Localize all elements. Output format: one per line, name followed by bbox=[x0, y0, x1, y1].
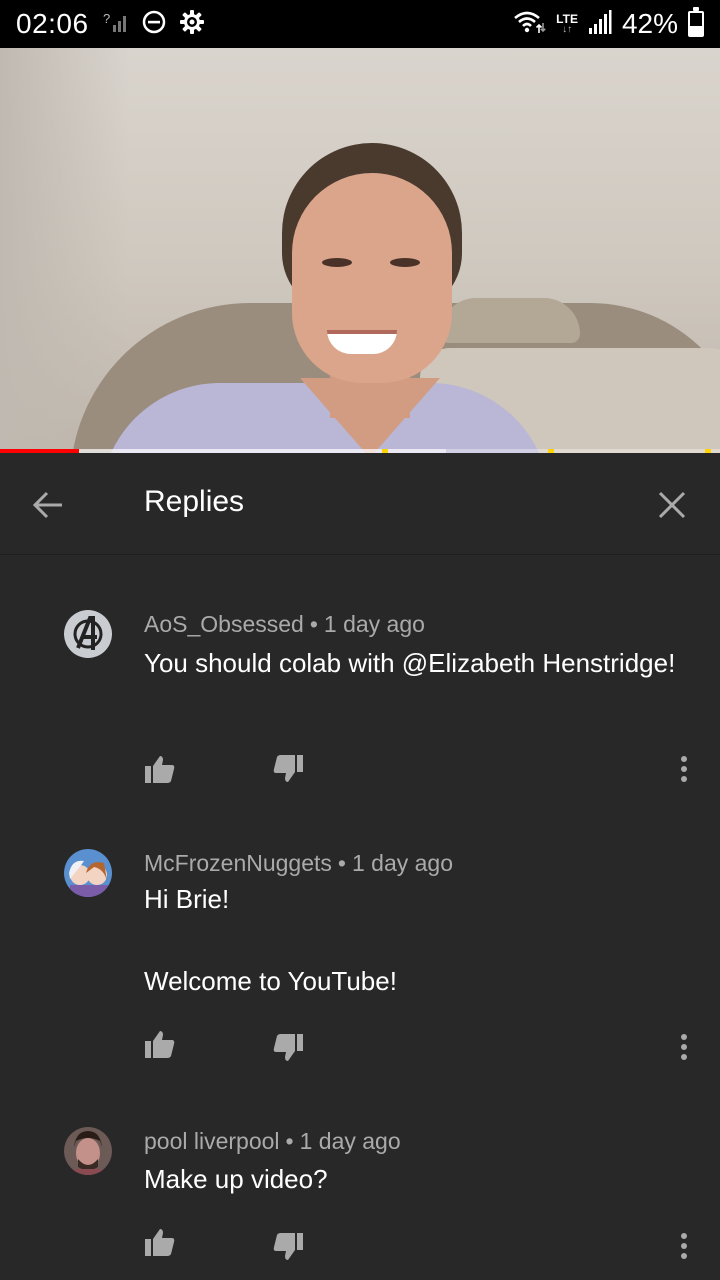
thumbs-up-icon bbox=[145, 756, 175, 783]
comment-text: You should colab with @Elizabeth Henstri… bbox=[144, 648, 676, 678]
avatar[interactable] bbox=[64, 849, 112, 897]
more-vertical-icon bbox=[681, 1034, 687, 1060]
avatar[interactable] bbox=[64, 1127, 112, 1175]
thumbs-up-icon bbox=[145, 1229, 175, 1256]
more-options-button[interactable] bbox=[660, 1023, 708, 1071]
arrow-back-icon bbox=[32, 491, 62, 519]
separator: • bbox=[285, 1128, 294, 1154]
more-vertical-icon bbox=[681, 756, 687, 782]
dislike-button[interactable] bbox=[264, 1024, 312, 1072]
do-not-disturb-icon bbox=[141, 9, 167, 40]
no-sim-signal-icon: ? bbox=[103, 10, 129, 39]
replies-header: Replies bbox=[0, 453, 720, 555]
comment-text-line: Welcome to YouTube! bbox=[144, 966, 397, 996]
separator: • bbox=[309, 611, 318, 637]
comment-item: AoS_Obsessed • 1 day ago You should colab … bbox=[0, 555, 720, 825]
video-player[interactable] bbox=[0, 48, 720, 453]
dislike-button[interactable] bbox=[264, 1223, 312, 1271]
like-button[interactable] bbox=[136, 1020, 184, 1068]
status-bar: 02:06 ? LTE ↓↑ 42% bbox=[0, 0, 720, 48]
lte-icon: LTE ↓↑ bbox=[556, 13, 578, 35]
thumbs-down-icon bbox=[273, 755, 303, 782]
thumbs-down-icon bbox=[273, 1034, 303, 1061]
cell-signal-icon bbox=[588, 9, 612, 40]
close-icon bbox=[658, 491, 686, 519]
close-button[interactable] bbox=[648, 481, 696, 529]
comment-author[interactable]: AoS_Obsessed bbox=[144, 611, 304, 637]
comment-author[interactable]: McFrozenNuggets bbox=[144, 850, 332, 876]
battery-icon bbox=[688, 7, 704, 37]
comment-item: McFrozenNuggets • 1 day ago Hi Brie! Welco… bbox=[0, 825, 720, 1105]
comment-time: 1 day ago bbox=[299, 1128, 401, 1154]
comment-text-line: Hi Brie! bbox=[144, 884, 230, 914]
thumbs-up-icon bbox=[145, 1031, 175, 1058]
more-options-button[interactable] bbox=[660, 745, 708, 793]
more-options-button[interactable] bbox=[660, 1222, 708, 1270]
comment-time: 1 day ago bbox=[323, 611, 425, 637]
settings-gear-icon bbox=[179, 9, 205, 40]
avatar[interactable] bbox=[64, 610, 112, 658]
like-button[interactable] bbox=[136, 745, 184, 793]
dislike-button[interactable] bbox=[264, 745, 312, 793]
frozen-characters-avatar bbox=[64, 849, 112, 897]
comment-author[interactable]: pool liverpool bbox=[144, 1128, 280, 1154]
svg-text:?: ? bbox=[103, 11, 110, 26]
more-vertical-icon bbox=[681, 1233, 687, 1259]
like-button[interactable] bbox=[136, 1218, 184, 1266]
page-title: Replies bbox=[144, 485, 245, 518]
wifi-icon bbox=[512, 9, 546, 40]
battery-percent: 42% bbox=[621, 8, 678, 39]
comment-time: 1 day ago bbox=[351, 850, 454, 876]
comment-item: pool liverpool • 1 day ago Make up video? bbox=[0, 1105, 720, 1280]
thumbs-down-icon bbox=[273, 1233, 303, 1260]
separator: • bbox=[337, 850, 346, 876]
comment-text: Make up video? bbox=[144, 1164, 328, 1194]
data-arrows-icon: ↓↑ bbox=[562, 24, 573, 35]
avengers-logo-avatar bbox=[64, 610, 112, 658]
person-photo-avatar bbox=[64, 1127, 112, 1175]
back-button[interactable] bbox=[24, 481, 72, 529]
status-time: 02:06 bbox=[16, 8, 89, 39]
